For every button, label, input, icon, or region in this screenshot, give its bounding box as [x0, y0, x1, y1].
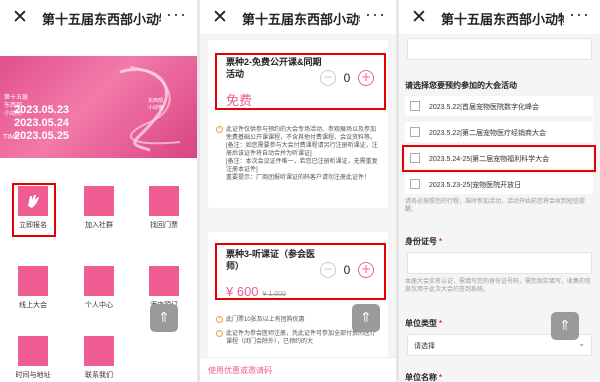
required-mark: * [439, 237, 443, 246]
more-icon[interactable]: ··· [166, 4, 187, 25]
checkbox[interactable] [410, 179, 420, 189]
banner-brand: 东西部 小动物 [148, 98, 163, 112]
menu-label: 联系我们 [85, 372, 113, 379]
group-icon: ! [216, 316, 223, 323]
text-field[interactable] [407, 38, 592, 60]
field-label-text: 单位名称 [405, 373, 437, 382]
event-banner: 第十五届 东西部 小动物 2023.05.23 2023.05.24 2023.… [0, 56, 197, 158]
ticket-notice: ! 此证件为参会医师注册，凭此证件可参加全部付费的医疗课程（闭门会除外），已预约… [216, 330, 381, 346]
online-conference-icon [18, 266, 48, 296]
notice-text: 此证件为参会医师注册，凭此证件可参加全部付费的医疗课程（闭门会除外），已预约的大 [226, 331, 377, 345]
location-icon [18, 336, 48, 366]
hotel-icon [149, 266, 179, 296]
activity-option[interactable]: 2023.5.22|首届宠物医院数字化峰会 [405, 96, 593, 116]
id-number-hint: 本届大会实名认证，需填写您的身份证号码，需您如实填写，收集的信息仅用于此次大会的… [405, 279, 592, 293]
unit-name-label: 单位名称 * [405, 372, 442, 382]
banner-date: 2023.05.24 [14, 117, 70, 129]
banner-date: 2023.05.25 [14, 130, 70, 142]
more-icon[interactable]: ··· [569, 4, 590, 25]
menu-retrieve-ticket[interactable]: 找回门票 [131, 180, 197, 242]
select-value: 请选择 [414, 343, 435, 350]
ticket-icon [149, 186, 179, 216]
highlight-box [12, 183, 56, 237]
menu-join-community[interactable]: 加入社群 [66, 180, 132, 242]
id-number-label: 身份证号 * [405, 236, 442, 247]
info-icon: ! [216, 126, 223, 133]
notice-text: [备注：本次会议证件唯一，若您已注册听课证，无需重复注册本证件] [226, 159, 378, 173]
notice-text: 此证件仅供参与预约的大会专场活动、参观展场以及参加免费基础公开课课程，不含其他付… [226, 127, 378, 157]
banner-dates: 2023.05.23 2023.05.24 2023.05.25 [14, 104, 69, 143]
personal-center-icon [84, 266, 114, 296]
activity-option[interactable]: 2023.5.23-25|宠物医院开放日 [405, 174, 593, 194]
menu-online-conference[interactable]: 线上大会 [0, 260, 66, 322]
highlight-box [402, 145, 596, 172]
more-icon[interactable]: ··· [365, 4, 386, 25]
banner-brand-line: 小动物 [148, 105, 164, 111]
checkbox[interactable] [410, 127, 420, 137]
panel-ticket-select: ✕ 第十五届东西部小动物 ··· 票种2-免费公开课&同期活动 免费 − 0 +… [200, 0, 396, 382]
title-bar: ✕ 第十五届东西部小动物 ··· [0, 0, 197, 34]
close-icon[interactable]: ✕ [212, 6, 228, 28]
title-bar: ✕ 第十五届东西部小动物 ··· [200, 0, 396, 34]
menu-label: 加入社群 [85, 222, 113, 229]
banner-brand-line: 东西部 [148, 98, 164, 104]
banner-small-line: 第十五届 [4, 95, 29, 101]
info-icon: ! [216, 330, 223, 337]
option-text: 2023.5.23-25|宠物医院开放日 [429, 182, 522, 189]
id-number-input[interactable] [407, 252, 592, 274]
field-label-text: 单位类型 [405, 319, 437, 328]
menu-contact-us[interactable]: 联系我们 [66, 330, 132, 382]
field-label-text: 身份证号 [405, 237, 437, 246]
coupon-link[interactable]: 使用优惠或邀请码 [208, 365, 272, 376]
option-hint: 请务必按照您的行程，准时参加活动，活动开始前您将会收到短信提醒。 [405, 199, 586, 213]
rocket-icon[interactable]: ⇑ [551, 312, 579, 340]
menu-label: 线上大会 [19, 302, 47, 309]
coupon-link-bar[interactable]: 使用优惠或邀请码 [200, 357, 396, 382]
banner-date: 2023.05.23 [14, 104, 70, 116]
required-mark: * [439, 373, 443, 382]
panel-registration-form: ✕ 第十五届东西部小动物 ··· 请选择您要预约参加的大会活动 2023.5.2… [399, 0, 600, 382]
checkbox[interactable] [410, 101, 420, 111]
activity-option[interactable]: 2023.5.22|第二届宠物医疗经销商大会 [405, 122, 593, 142]
contact-icon [84, 336, 114, 366]
menu-time-address[interactable]: 时间与地址 [0, 330, 66, 382]
unit-type-label: 单位类型 * [405, 318, 442, 329]
option-text: 2023.5.22|第二届宠物医疗经销商大会 [429, 130, 546, 137]
menu-label: 找回门票 [150, 222, 178, 229]
ticket-notice: ! 此证件仅供参与预约的大会专场活动、参观展场以及参加免费基础公开课课程，不含其… [216, 126, 381, 182]
rocket-icon[interactable]: ⇑ [352, 304, 380, 332]
close-icon[interactable]: ✕ [411, 6, 427, 28]
chevron-down-icon: ⌄ [578, 339, 585, 348]
page-title: 第十五届东西部小动物 [441, 12, 564, 27]
panel-home: ✕ 第十五届东西部小动物 ··· 第十五届 东西部 小动物 2023.05.23… [0, 0, 197, 382]
menu-personal-center[interactable]: 个人中心 [66, 260, 132, 322]
highlight-box [215, 243, 386, 300]
menu-label: 个人中心 [85, 302, 113, 309]
page-title: 第十五届东西部小动物 [42, 12, 161, 27]
required-mark: * [439, 319, 443, 328]
notice-text: 重要提示：厂商团报听课证的码客户请勿注册此证件！ [226, 175, 371, 181]
page-title: 第十五届东西部小动物 [242, 12, 360, 27]
option-text: 2023.5.22|首届宠物医院数字化峰会 [429, 104, 539, 111]
banner-time-label: TIME [3, 134, 20, 141]
close-icon[interactable]: ✕ [12, 6, 28, 28]
menu-label: 时间与地址 [15, 372, 51, 379]
rocket-icon[interactable]: ⇑ [150, 304, 178, 332]
community-icon [84, 186, 114, 216]
title-bar: ✕ 第十五届东西部小动物 ··· [399, 0, 600, 34]
highlight-box [215, 53, 386, 110]
activity-label: 请选择您要预约参加的大会活动 [405, 81, 517, 90]
